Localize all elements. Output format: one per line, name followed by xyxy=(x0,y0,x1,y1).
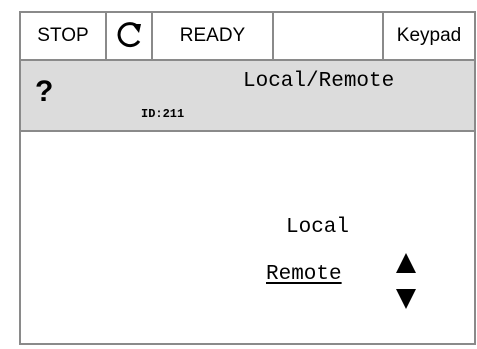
status-empty xyxy=(274,13,384,59)
status-bar: STOP READY Keypad xyxy=(21,13,474,61)
parameter-header: ? Local/Remote ID:211 xyxy=(21,61,474,132)
option-remote[interactable]: Remote xyxy=(266,263,342,286)
up-down-arrows-icon[interactable] xyxy=(394,251,418,311)
option-local[interactable]: Local xyxy=(286,216,349,239)
page-title: Local/Remote xyxy=(243,70,395,93)
rotate-icon xyxy=(107,13,153,59)
parameter-id: ID:211 xyxy=(141,107,185,121)
help-icon[interactable]: ? xyxy=(35,75,53,109)
arrow-up-icon xyxy=(396,253,416,273)
status-ready: READY xyxy=(153,13,274,59)
status-keypad: Keypad xyxy=(396,25,462,46)
status-stop: STOP xyxy=(21,13,107,59)
arrow-down-icon xyxy=(396,289,416,309)
